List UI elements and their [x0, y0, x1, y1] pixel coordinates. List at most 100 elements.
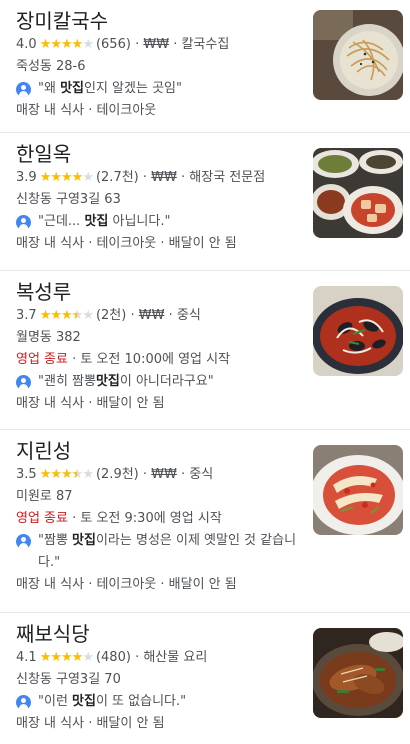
star-empty-icon: ★ — [82, 467, 94, 482]
star-full-icon: ★ — [39, 37, 52, 52]
service-options: 매장 내 식사 · 테이크아웃 · 배달이 안 됨 — [16, 577, 237, 592]
review-text-rest: 인지 알겠는 곳임" — [84, 81, 182, 96]
rating-row: 3.9 ★★★★★ (2.7천) · ₩₩ · 해장국 전문점 — [16, 167, 304, 189]
star-rating: ★★★★★ — [39, 167, 94, 189]
review-text-open: "이런 — [38, 694, 73, 709]
user-avatar-icon — [16, 534, 31, 549]
review-text-rest: 아닙니다." — [108, 214, 171, 229]
star-full-icon: ★ — [50, 467, 62, 482]
review-count[interactable]: (2.9천) — [96, 467, 139, 482]
category-label: 중식 — [176, 308, 201, 323]
review-text-rest: 이 또 없습니다." — [95, 694, 187, 709]
place-photo[interactable] — [313, 148, 403, 238]
star-full-icon: ★ — [71, 170, 84, 185]
category-label: 해산물 요리 — [143, 650, 208, 665]
rating-value: 3.5 — [16, 467, 37, 482]
opening-time: · 토 오전 9:30에 영업 시작 — [67, 511, 222, 526]
service-options: 매장 내 식사 · 테이크아웃 · 배달이 안 됨 — [16, 236, 237, 251]
star-full-icon: ★ — [50, 308, 62, 323]
separator: · — [138, 467, 152, 482]
review-snippet: "왜 맛집인지 알겠는 곳임" — [16, 78, 304, 100]
rating-row: 4.1 ★★★★★ (480) · 해산물 요리 — [16, 647, 304, 669]
address-text: 월명동 382 — [16, 330, 81, 345]
place-photo[interactable] — [313, 445, 403, 535]
star-full-icon: ★ — [71, 650, 84, 665]
review-count[interactable]: (480) — [96, 650, 131, 665]
rating-value: 3.9 — [16, 170, 37, 185]
place-photo[interactable] — [313, 628, 403, 718]
result-card[interactable]: 한일옥 3.9 ★★★★★ (2.7천) · ₩₩ · 해장국 전문점 신창동 구영3길… — [0, 133, 410, 271]
star-full-icon: ★ — [39, 308, 52, 323]
rating-row: 4.0 ★★★★★ (656) · ₩₩ · 칼국수집 — [16, 34, 304, 56]
hours-row: 영업 종료 · 토 오전 10:00에 영업 시작 — [16, 349, 304, 371]
separator: · — [138, 170, 152, 185]
separator: · — [130, 37, 144, 52]
star-rating: ★★★★★ — [39, 34, 94, 56]
user-avatar-icon — [16, 215, 31, 230]
place-photo[interactable] — [313, 10, 403, 100]
user-avatar-icon — [16, 82, 31, 97]
separator: · — [176, 170, 190, 185]
review-snippet: "이런 맛집이 또 없습니다." — [16, 691, 304, 713]
separator: · — [130, 650, 144, 665]
place-name[interactable]: 복성루 — [16, 279, 304, 305]
star-full-icon: ★ — [71, 37, 84, 52]
category-label: 칼국수집 — [181, 37, 230, 52]
result-info: 복성루3.7★★★★★★(2천) · ₩₩ · 중식월명동 382영업 종료 ·… — [16, 279, 304, 415]
place-name[interactable]: 째보식당 — [16, 621, 304, 647]
place-photo[interactable] — [313, 286, 403, 376]
rating-value: 4.1 — [16, 650, 37, 665]
review-highlight: 맛집 — [95, 374, 120, 389]
result-card[interactable]: 장미칼국수 4.0 ★★★★★ (656) · ₩₩ · 칼국수집 죽성동 28-6 "왜… — [0, 0, 410, 133]
address-text: 신창동 구영3길 63 — [16, 192, 121, 207]
result-card[interactable]: 복성루3.7★★★★★★(2천) · ₩₩ · 중식월명동 382영업 종료 ·… — [0, 271, 410, 430]
result-info: 한일옥 3.9 ★★★★★ (2.7천) · ₩₩ · 해장국 전문점 신창동 구영3길… — [16, 141, 304, 255]
user-avatar-icon — [16, 695, 31, 710]
result-info: 째보식당 4.1 ★★★★★ (480) · 해산물 요리 신창동 구영3길 70 "이런… — [16, 621, 304, 735]
place-name[interactable]: 지린성 — [16, 438, 304, 464]
closed-status: 영업 종료 — [16, 511, 68, 526]
price-level: ₩₩ — [151, 467, 177, 482]
star-full-icon: ★ — [50, 37, 62, 52]
review-text-open: "근데... — [38, 214, 85, 229]
star-full-icon: ★ — [39, 170, 52, 185]
address-text: 죽성동 28-6 — [16, 59, 86, 74]
review-snippet: "짬뽕 맛집이라는 명성은 이제 옛말인 것 같습니다." — [16, 530, 304, 574]
result-info: 지린성3.5★★★★★★(2.9천) · ₩₩ · 중식미원로 87영업 종료 … — [16, 438, 304, 596]
star-empty-icon: ★ — [82, 650, 94, 665]
star-rating: ★★★★★★ — [39, 464, 94, 486]
result-info: 장미칼국수 4.0 ★★★★★ (656) · ₩₩ · 칼국수집 죽성동 28-6 "왜… — [16, 8, 304, 122]
closed-status: 영업 종료 — [16, 352, 68, 367]
separator: · — [126, 308, 139, 323]
review-snippet: "괜히 짬뽕맛집이 아니더라구요" — [16, 371, 304, 393]
star-empty-icon: ★ — [82, 308, 94, 323]
service-options: 매장 내 식사 · 테이크아웃 — [16, 103, 157, 118]
category-label: 중식 — [189, 467, 214, 482]
review-snippet: "근데... 맛집 아닙니다." — [16, 211, 304, 233]
review-count[interactable]: (2.7천) — [96, 170, 139, 185]
review-highlight: 맛집 — [60, 81, 84, 96]
category-label: 해장국 전문점 — [189, 170, 266, 185]
hours-row: 영업 종료 · 토 오전 9:30에 영업 시작 — [16, 508, 304, 530]
price-level: ₩₩ — [151, 170, 177, 185]
result-card[interactable]: 째보식당 4.1 ★★★★★ (480) · 해산물 요리 신창동 구영3길 70 "이런… — [0, 613, 410, 744]
review-text-open: "짬뽕 — [38, 533, 73, 548]
star-full-icon: ★ — [61, 467, 73, 482]
review-count[interactable]: (656) — [96, 37, 131, 52]
rating-row: 3.5★★★★★★(2.9천) · ₩₩ · 중식 — [16, 464, 304, 486]
star-half-icon: ★★ — [71, 467, 84, 482]
star-empty-icon: ★ — [82, 170, 94, 185]
review-count[interactable]: (2천) — [96, 308, 126, 323]
price-level: ₩₩ — [143, 37, 170, 52]
review-text-open: "왜 — [38, 81, 61, 96]
separator: · — [176, 467, 190, 482]
place-name[interactable]: 한일옥 — [16, 141, 304, 167]
service-options: 매장 내 식사 · 배달이 안 됨 — [16, 716, 165, 731]
place-name[interactable]: 장미칼국수 — [16, 8, 304, 34]
star-full-icon: ★ — [61, 650, 73, 665]
star-full-icon: ★ — [39, 467, 52, 482]
price-level: ₩₩ — [138, 308, 165, 323]
opening-time: · 토 오전 10:00에 영업 시작 — [67, 352, 231, 367]
review-highlight: 맛집 — [84, 214, 109, 229]
result-card[interactable]: 지린성3.5★★★★★★(2.9천) · ₩₩ · 중식미원로 87영업 종료 … — [0, 430, 410, 613]
